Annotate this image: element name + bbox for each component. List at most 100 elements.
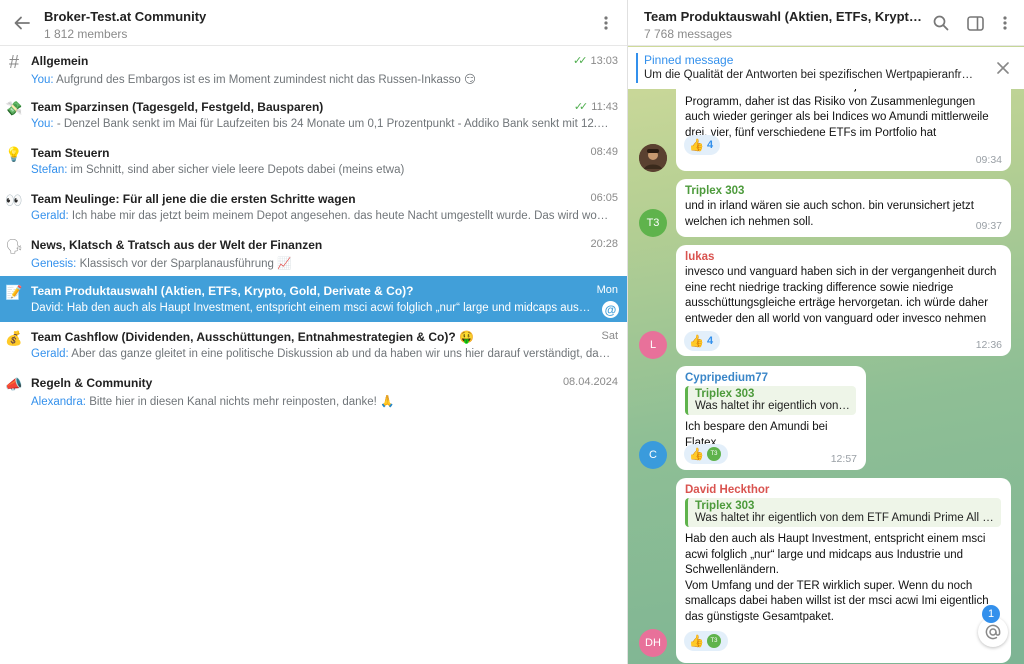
message-bubble[interactable]: lukas invesco und vanguard haben sich in… (676, 245, 1011, 356)
reaction-thumbs-up[interactable]: 👍 4 (684, 331, 721, 351)
avatar[interactable]: DH (639, 629, 667, 657)
close-pinned-button[interactable] (994, 59, 1012, 77)
double-check-icon: ✓✓ (573, 55, 588, 67)
message-time: 12:57 (830, 453, 857, 465)
topic-row-regeln[interactable]: 📣 Regeln & Community 08.04.2024 Alexandr… (0, 368, 627, 414)
topic-row-news[interactable]: 🗣 News, Klatsch & Tratsch aus der Welt d… (0, 230, 627, 276)
more-vertical-icon (604, 16, 608, 30)
lightbulb-icon: 💡 (5, 145, 23, 162)
mention-badge[interactable]: @ (602, 301, 619, 318)
avatar[interactable] (639, 144, 667, 172)
topic-preview: Genesis: Klassisch vor der Sparplanausfü… (31, 258, 292, 270)
community-header: Broker-Test.at Community 1 812 members (0, 0, 627, 46)
chat-message-count: 7 768 messages (644, 27, 733, 41)
topic-time: 08.04.2024 (562, 376, 618, 388)
reply-quote[interactable]: Triplex 303 Was haltet ihr eigentlich vo… (685, 498, 1001, 527)
message-text: Hab den auch als Haupt Investment, entsp… (685, 533, 986, 576)
topic-time: Sat (601, 330, 618, 342)
message-bubble[interactable]: Triplex 303 und in irland wären sie auch… (676, 179, 1011, 237)
pinned-message-bar[interactable]: Pinned message Um die Qualität der Antwo… (628, 47, 1024, 89)
pinned-text: Um die Qualität der Antworten bei spezif… (644, 69, 974, 81)
topic-time: 20:28 (590, 238, 618, 250)
back-button[interactable] (10, 11, 34, 35)
reactor-avatar: T3 (706, 634, 721, 648)
more-vertical-icon (1003, 16, 1007, 30)
user-photo-icon (639, 144, 667, 172)
reaction-thumbs-up[interactable]: 👍 T3 (684, 444, 728, 464)
topic-preview: Stefan: im Schnitt, sind aber sicher vie… (31, 164, 405, 176)
topic-name: News, Klatsch & Tratsch aus der Welt der… (31, 238, 323, 252)
topic-name: Regeln & Community (31, 376, 153, 390)
reactor-avatar: T3 (706, 447, 721, 461)
message-list[interactable]: Wobei auf den Index hat Amundi ja keine … (628, 89, 1024, 664)
toggle-sidebar-button[interactable] (964, 12, 986, 34)
eyes-icon: 👀 (5, 191, 23, 208)
topic-preview: David: Hab den auch als Haupt Investment… (31, 302, 591, 314)
message-bubble[interactable]: Cypripedium77 Triplex 303 Was haltet ihr… (676, 366, 866, 470)
topic-row-steuern[interactable]: 💡 Team Steuern 08:49 Stefan: im Schnitt,… (0, 138, 627, 184)
topic-time: 13:03 (590, 54, 618, 67)
double-check-icon: ✓✓ (573, 101, 589, 113)
avatar[interactable]: L (639, 331, 667, 359)
topic-preview: You: - Denzel Bank senkt im Mai für Lauf… (31, 118, 611, 130)
reaction-thumbs-up[interactable]: 👍 4 (684, 135, 721, 155)
chat-more-button[interactable] (994, 12, 1016, 34)
topic-time: Mon (596, 284, 618, 296)
topic-time: 06:05 (590, 192, 618, 204)
message-text: und in irland wären sie auch schon. bin … (685, 200, 974, 228)
message-time: 09:34 (975, 154, 1002, 166)
message-text: invesco und vanguard haben sich in der v… (685, 266, 997, 325)
message-bubble[interactable]: Wobei auf den Index hat Amundi ja keine … (676, 89, 1011, 171)
arrow-left-icon (14, 16, 30, 30)
topic-name: Team Produktauswahl (Aktien, ETFs, Krypt… (31, 284, 414, 298)
money-wings-icon: 💸 (5, 99, 23, 116)
message-bubble[interactable]: David Heckthor Triplex 303 Was haltet ih… (676, 478, 1011, 663)
chat-title: Team Produktauswahl (Aktien, ETFs, Krypt… (644, 9, 924, 24)
message-author: David Heckthor (685, 484, 770, 496)
reply-quote[interactable]: Triplex 303 Was haltet ihr eigentlich vo… (685, 386, 856, 415)
topic-time: 11:43 (591, 100, 618, 113)
hash-icon: # (8, 51, 19, 72)
topic-row-sparzinsen[interactable]: 💸 Team Sparzinsen (Tagesgeld, Festgeld, … (0, 92, 627, 138)
topic-preview: You: Aufgrund des Embargos ist es im Mom… (31, 74, 476, 86)
avatar[interactable]: T3 (639, 209, 667, 237)
topic-time: 08:49 (590, 146, 618, 158)
community-title: Broker-Test.at Community (44, 9, 207, 24)
quote-text: Was haltet ihr eigentlich von dem ETF Am… (695, 400, 850, 412)
memo-icon: 📝 (5, 283, 23, 300)
quote-author: Triplex 303 (695, 500, 755, 512)
search-button[interactable] (930, 12, 952, 34)
topic-row-produktauswahl[interactable]: 📝 Team Produktauswahl (Aktien, ETFs, Kry… (0, 276, 627, 322)
money-bag-icon: 💰 (5, 329, 23, 346)
topic-preview: Alexandra: Bitte hier in diesen Kanal ni… (31, 396, 395, 408)
message-author: Triplex 303 (685, 185, 745, 197)
pinned-indicator (636, 53, 638, 83)
topic-row-neulinge[interactable]: 👀 Team Neulinge: Für all jene die die er… (0, 184, 627, 230)
message-text: Wobei auf den Index hat Amundi ja keine … (685, 89, 989, 139)
avatar[interactable]: C (639, 441, 667, 469)
chat-panel: Team Produktauswahl (Aktien, ETFs, Krypt… (628, 0, 1024, 664)
topic-preview: Gerald: Aber das ganze gleitet in eine p… (31, 348, 611, 360)
topic-row-allgemein[interactable]: # Allgemein ✓✓ 13:03 You: Aufgrund des Em… (0, 46, 627, 92)
reaction-thumbs-up[interactable]: 👍 T3 (684, 631, 728, 651)
message-time: 09:37 (975, 220, 1002, 232)
sidebar-icon (966, 15, 984, 31)
pinned-label: Pinned message (644, 53, 734, 67)
topic-preview: Gerald: Ich habe mir das jetzt beim mein… (31, 210, 611, 222)
message-author: lukas (685, 251, 715, 263)
at-sign-icon (985, 624, 1001, 640)
close-icon (997, 62, 1009, 74)
topics-panel: Broker-Test.at Community 1 812 members #… (0, 0, 627, 664)
topic-name: Team Cashflow (Dividenden, Ausschüttunge… (31, 330, 474, 344)
chat-header[interactable]: Team Produktauswahl (Aktien, ETFs, Krypt… (628, 0, 1024, 46)
more-menu-button[interactable] (595, 12, 617, 34)
message-author: Cypripedium77 (685, 372, 769, 384)
topic-row-cashflow[interactable]: 💰 Team Cashflow (Dividenden, Ausschüttun… (0, 322, 627, 368)
community-member-count: 1 812 members (44, 27, 128, 41)
message-time: 12:36 (975, 339, 1002, 351)
topic-name: Team Steuern (31, 146, 110, 160)
topic-name: Allgemein (31, 54, 89, 68)
quote-author: Triplex 303 (695, 388, 755, 400)
topic-name: Team Sparzinsen (Tagesgeld, Festgeld, Ba… (31, 100, 324, 114)
speaking-head-icon: 🗣 (5, 237, 23, 254)
